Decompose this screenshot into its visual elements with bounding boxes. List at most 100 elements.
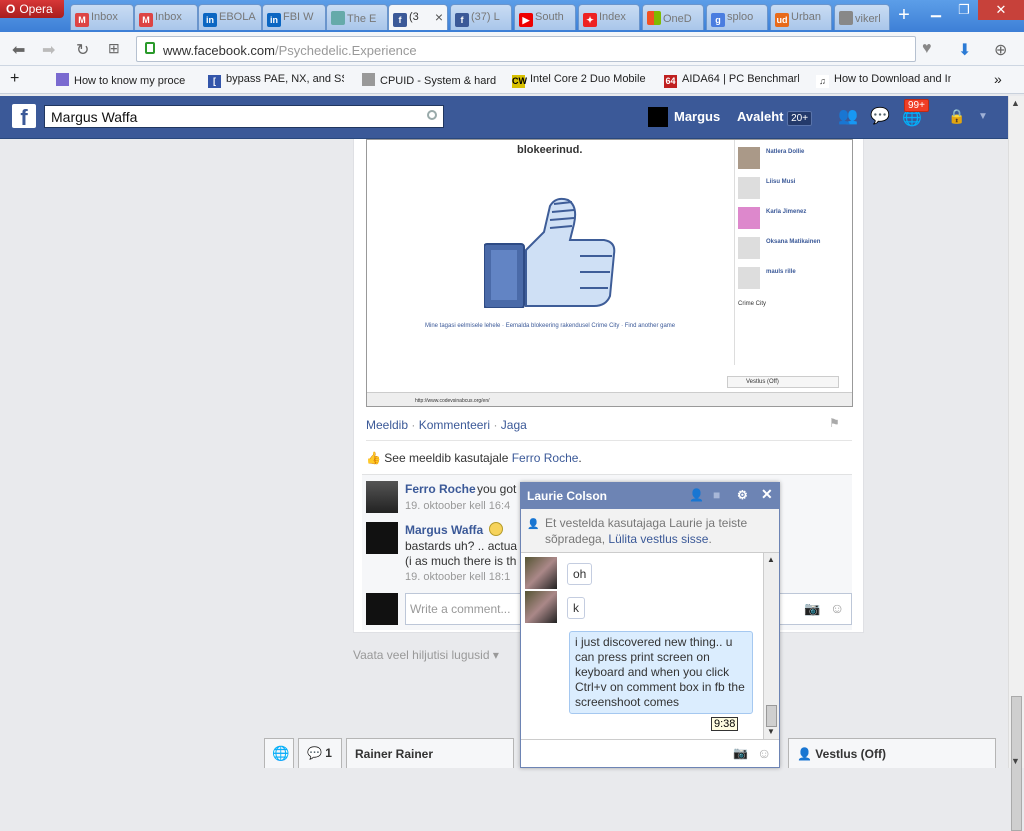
profile-link[interactable]: Margus xyxy=(674,109,720,124)
speed-dial-icon[interactable]: ⊞ xyxy=(108,40,120,57)
smiley-icon xyxy=(489,522,503,536)
close-icon[interactable]: ✕ xyxy=(761,486,773,503)
camera-icon[interactable]: 📷 xyxy=(804,601,820,617)
bookmark-item[interactable]: [bypass PAE, NX, and SS xyxy=(208,73,344,88)
tab-south[interactable]: ▶ South xyxy=(514,4,576,30)
liker-link[interactable]: Ferro Roche xyxy=(512,451,579,465)
scroll-up-icon[interactable]: ▲ xyxy=(1011,98,1020,108)
google-icon: g xyxy=(711,13,725,27)
tab-gmail-2[interactable]: M Inbox xyxy=(134,4,198,30)
tab-vikerl[interactable]: vikerl xyxy=(834,4,890,30)
forward-icon[interactable]: ➡ xyxy=(42,40,55,60)
tab-facebook-active[interactable]: f (3 × xyxy=(388,4,448,30)
emoticon-icon[interactable]: ☺ xyxy=(757,745,771,761)
scroll-down-icon[interactable]: ▼ xyxy=(767,727,775,736)
comment-link[interactable]: Kommenteeri xyxy=(419,418,490,432)
home-badge: 20+ xyxy=(787,111,813,126)
comment-author[interactable]: Ferro Roche xyxy=(405,482,476,496)
facebook-logo-icon[interactable]: f xyxy=(12,104,36,128)
video-call-icon[interactable]: ■ xyxy=(713,488,720,502)
friend-requests-icon[interactable]: 👥 xyxy=(838,106,858,126)
chat-scrollbar[interactable]: ▲ ▼ xyxy=(763,553,779,739)
chat-message-input[interactable]: 📷 ☺ xyxy=(521,739,779,767)
more-bookmarks-icon[interactable]: » xyxy=(994,71,1002,87)
extensions-icon[interactable]: ⊕ xyxy=(994,40,1007,60)
url-field[interactable]: www.facebook.com/Psychedelic.Experience xyxy=(136,36,916,62)
avatar[interactable] xyxy=(525,557,557,589)
scroll-down-icon[interactable]: ▼ xyxy=(1011,756,1020,766)
tab-urban[interactable]: ud Urban xyxy=(770,4,832,30)
page-icon xyxy=(331,11,345,25)
tab-facebook-37[interactable]: f (37) L xyxy=(450,4,512,30)
back-icon[interactable]: ⬅ xyxy=(12,40,25,60)
comment-time[interactable]: 19. oktoober kell 18:1 xyxy=(405,571,510,583)
page-scrollbar[interactable]: ▲ ▼ xyxy=(1008,96,1024,831)
page-icon xyxy=(362,73,375,86)
more-stories-link[interactable]: Vaata veel hiljutisi lugusid ▾ xyxy=(353,648,499,662)
tab-sploo[interactable]: g sploo xyxy=(706,4,768,30)
reload-icon[interactable]: ↻ xyxy=(76,40,89,60)
like-link[interactable]: Meeldib xyxy=(366,418,408,432)
bandaged-thumbs-up-icon xyxy=(484,197,616,308)
avatar[interactable] xyxy=(366,522,398,554)
heart-icon[interactable]: ♥ xyxy=(922,40,932,58)
enable-chat-link[interactable]: Lülita vestlus sisse xyxy=(608,532,708,546)
messages-icon[interactable]: 💬 xyxy=(870,106,890,126)
new-tab-button[interactable]: + xyxy=(894,5,914,26)
bookmark-item[interactable]: 64 AIDA64 | PC Benchmark xyxy=(664,73,799,88)
opera-menu-button[interactable]: O Opera xyxy=(0,0,64,18)
post-actions: Meeldib · Kommenteeri · Jaga xyxy=(366,418,527,432)
bookmark-favicon-icon: [ xyxy=(208,75,221,88)
like-thumb-icon: 👍 xyxy=(366,451,381,465)
chat-sidebar-toggle[interactable]: 👤 Vestlus (Off) xyxy=(788,738,996,768)
tab-index[interactable]: ✦ Index xyxy=(578,4,640,30)
chat-header[interactable]: Laurie Colson 👤 ■ ⚙ ✕ xyxy=(521,483,779,509)
bookmark-item[interactable]: CPUID - System & hardw xyxy=(362,73,496,87)
download-icon[interactable]: ⬇ xyxy=(958,40,971,60)
bookmark-favicon-icon xyxy=(56,73,69,86)
avatar[interactable] xyxy=(648,107,668,127)
bookmark-item[interactable]: ♫ How to Download and In xyxy=(816,73,951,88)
message-timestamp-tooltip: 9:38 xyxy=(711,717,739,731)
chat-message: k xyxy=(567,597,585,619)
camera-icon[interactable]: 📷 xyxy=(733,746,748,760)
tab-gmail-1[interactable]: M Inbox xyxy=(70,4,134,30)
tab-onedrive[interactable]: OneD xyxy=(642,4,704,30)
bookmark-item[interactable]: How to know my proce xyxy=(56,73,191,87)
search-input[interactable]: Margus Waffa xyxy=(44,105,444,128)
globe-icon[interactable]: 🌐 xyxy=(264,738,294,768)
close-tab-icon[interactable]: × xyxy=(435,9,443,25)
chat-offline-notice: 👤 Et vestelda kasutajaga Laurie ja teist… xyxy=(521,509,779,553)
comment-time[interactable]: 19. oktoober kell 16:4 xyxy=(405,500,510,512)
avatar[interactable] xyxy=(366,481,398,513)
comment-author[interactable]: Margus Waffa xyxy=(405,523,483,537)
gear-icon[interactable]: ⚙ xyxy=(737,488,748,502)
scroll-up-icon[interactable]: ▲ xyxy=(767,555,775,564)
tab-fbi[interactable]: in FBI W xyxy=(262,4,326,30)
bookmark-item[interactable]: CW Intel Core 2 Duo Mobile xyxy=(512,73,647,88)
add-bookmark-icon[interactable]: + xyxy=(10,70,19,88)
headphones-icon: ♫ xyxy=(816,75,829,88)
notifications-badge: 99+ xyxy=(904,99,929,112)
close-window-button[interactable]: ✕ xyxy=(978,0,1024,20)
opera-logo-icon: O xyxy=(6,2,16,16)
chat-scrollbar-thumb[interactable] xyxy=(766,705,777,727)
home-link[interactable]: Avaleht 20+ xyxy=(737,109,813,126)
maximize-button[interactable]: ❐ xyxy=(950,0,978,20)
share-link[interactable]: Jaga xyxy=(501,418,527,432)
avatar[interactable] xyxy=(525,591,557,623)
chat-tab-rainer[interactable]: Rainer Rainer xyxy=(346,738,514,768)
tab-ebola[interactable]: in EBOLA xyxy=(198,4,262,30)
tab-the-e[interactable]: The E xyxy=(326,4,388,30)
search-icon[interactable] xyxy=(427,110,437,120)
privacy-icon[interactable]: 🔒 xyxy=(948,108,965,125)
flag-icon[interactable]: ⚑ xyxy=(829,416,840,430)
youtube-icon: ▶ xyxy=(519,13,533,27)
emoticon-icon[interactable]: ☺ xyxy=(830,600,844,616)
messages-dock-button[interactable]: 💬 1 xyxy=(298,738,342,768)
minimize-button[interactable]: ▁ xyxy=(922,0,950,20)
chevron-down-icon[interactable]: ▼ xyxy=(978,111,988,122)
address-toolbar: ⬅ ➡ ↻ ⊞ www.facebook.com/Psychedelic.Exp… xyxy=(0,32,1024,66)
add-friend-icon[interactable]: 👤 xyxy=(689,488,704,502)
facebook-header: f Margus Waffa Margus Avaleht 20+ 👥 💬 🌐 … xyxy=(0,96,1008,139)
